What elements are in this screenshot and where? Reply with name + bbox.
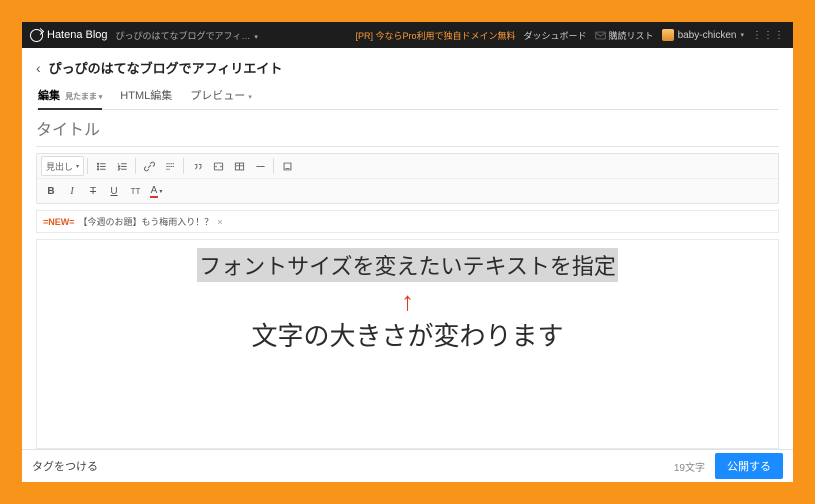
quote-button[interactable]	[187, 156, 207, 176]
page-title: ぴっぴのはてなブログでアフィリエイト	[49, 58, 283, 77]
toolbar-row-2: B I T U T T A ▾	[37, 178, 778, 203]
topbar: Hatena Blog ぴっぴのはてなブログでアフィ… [PR] 今ならPro利…	[22, 22, 793, 48]
strike-button[interactable]: T	[83, 181, 103, 201]
bullet-list-icon	[96, 161, 107, 172]
quote-icon	[192, 161, 203, 172]
table-icon	[234, 161, 245, 172]
blog-selector[interactable]: ぴっぴのはてなブログでアフィ…	[116, 29, 258, 42]
heading-select[interactable]: 見出し	[41, 156, 84, 176]
number-list-icon	[117, 161, 128, 172]
user-menu[interactable]: baby-chicken	[662, 29, 744, 41]
editor-area[interactable]: フォントサイズを変えたいテキストを指定 ↑ 文字の大きさが変わります	[36, 239, 779, 449]
logo[interactable]: Hatena Blog	[30, 29, 108, 42]
tab-html[interactable]: HTML編集	[120, 87, 172, 109]
number-list-button[interactable]	[112, 156, 132, 176]
deliver-list-label: 購読リスト	[609, 29, 654, 42]
caption-text: 文字の大きさが変わります	[37, 316, 778, 353]
avatar-icon	[662, 29, 674, 41]
underline-button[interactable]: U	[104, 181, 124, 201]
table-button[interactable]	[229, 156, 249, 176]
app-frame: Hatena Blog ぴっぴのはてなブログでアフィ… [PR] 今ならPro利…	[22, 22, 793, 482]
readmore-button[interactable]	[160, 156, 180, 176]
banner-text[interactable]: 【今週のお題】もう梅雨入り！？	[79, 215, 214, 228]
readmore-icon	[165, 161, 176, 172]
bullet-list-button[interactable]	[91, 156, 111, 176]
footnote-button[interactable]	[277, 156, 297, 176]
toolbar-separator	[183, 158, 184, 174]
tab-edit[interactable]: 編集 見たまま	[38, 87, 102, 109]
link-button[interactable]	[139, 156, 159, 176]
banner-new-badge: =NEW=	[43, 217, 75, 227]
chevron-down-icon: ▾	[159, 188, 162, 195]
app-menu-icon[interactable]: ⋮⋮⋮	[752, 30, 785, 41]
hatena-logo-icon	[30, 29, 43, 42]
toolbar-separator	[135, 158, 136, 174]
italic-button[interactable]: I	[62, 181, 82, 201]
dashboard-link[interactable]: ダッシュボード	[524, 29, 587, 42]
editor-tabs: 編集 見たまま HTML編集 プレビュー	[36, 87, 779, 110]
publish-button[interactable]: 公開する	[715, 453, 783, 479]
toolbar: 見出し B I T U T T	[36, 153, 779, 204]
color-button[interactable]: A ▾	[146, 181, 166, 201]
banner-close-button[interactable]: ×	[217, 217, 222, 227]
char-count: 19文字	[674, 459, 705, 474]
page-head: ‹ ぴっぴのはてなブログでアフィリエイト 編集 見たまま HTML編集 プレビュ…	[22, 48, 793, 110]
page: ‹ ぴっぴのはてなブログでアフィリエイト 編集 見たまま HTML編集 プレビュ…	[22, 48, 793, 482]
toolbar-row-1: 見出し	[37, 154, 778, 178]
pr-banner[interactable]: [PR] 今ならPro利用で独自ドメイン無料	[356, 29, 516, 42]
mail-icon	[595, 30, 606, 41]
code-button[interactable]	[208, 156, 228, 176]
hr-icon	[255, 161, 266, 172]
bold-button[interactable]: B	[41, 181, 61, 201]
footnote-icon	[282, 161, 293, 172]
link-icon	[144, 161, 155, 172]
toolbar-separator	[273, 158, 274, 174]
footer: タグをつける 19文字 公開する	[22, 449, 793, 482]
add-tag-button[interactable]: タグをつける	[32, 458, 98, 474]
editor-content: フォントサイズを変えたいテキストを指定 ↑ 文字の大きさが変わります	[37, 248, 778, 353]
back-button[interactable]: ‹	[36, 60, 41, 76]
title-field	[36, 118, 779, 147]
logo-text: Hatena Blog	[47, 29, 108, 41]
code-icon	[213, 161, 224, 172]
toolbar-separator	[87, 158, 88, 174]
color-icon: A	[150, 185, 159, 198]
tab-preview-label: プレビュー	[190, 90, 245, 102]
hr-button[interactable]	[250, 156, 270, 176]
breadcrumb: ‹ ぴっぴのはてなブログでアフィリエイト	[36, 58, 779, 77]
fontsize-button[interactable]: T T	[125, 181, 145, 201]
tab-preview[interactable]: プレビュー	[190, 87, 252, 109]
chevron-down-icon	[248, 90, 252, 102]
arrow-annotation: ↑	[37, 288, 778, 314]
tab-edit-label: 編集	[38, 90, 60, 102]
deliver-list-link[interactable]: 購読リスト	[595, 29, 654, 42]
topic-banner: =NEW= 【今週のお題】もう梅雨入り！？ ×	[36, 210, 779, 233]
username-label: baby-chicken	[678, 30, 737, 41]
tab-edit-mode[interactable]: 見たまま	[65, 92, 102, 101]
title-input[interactable]	[36, 118, 779, 147]
selected-text: フォントサイズを変えたいテキストを指定	[197, 248, 618, 282]
